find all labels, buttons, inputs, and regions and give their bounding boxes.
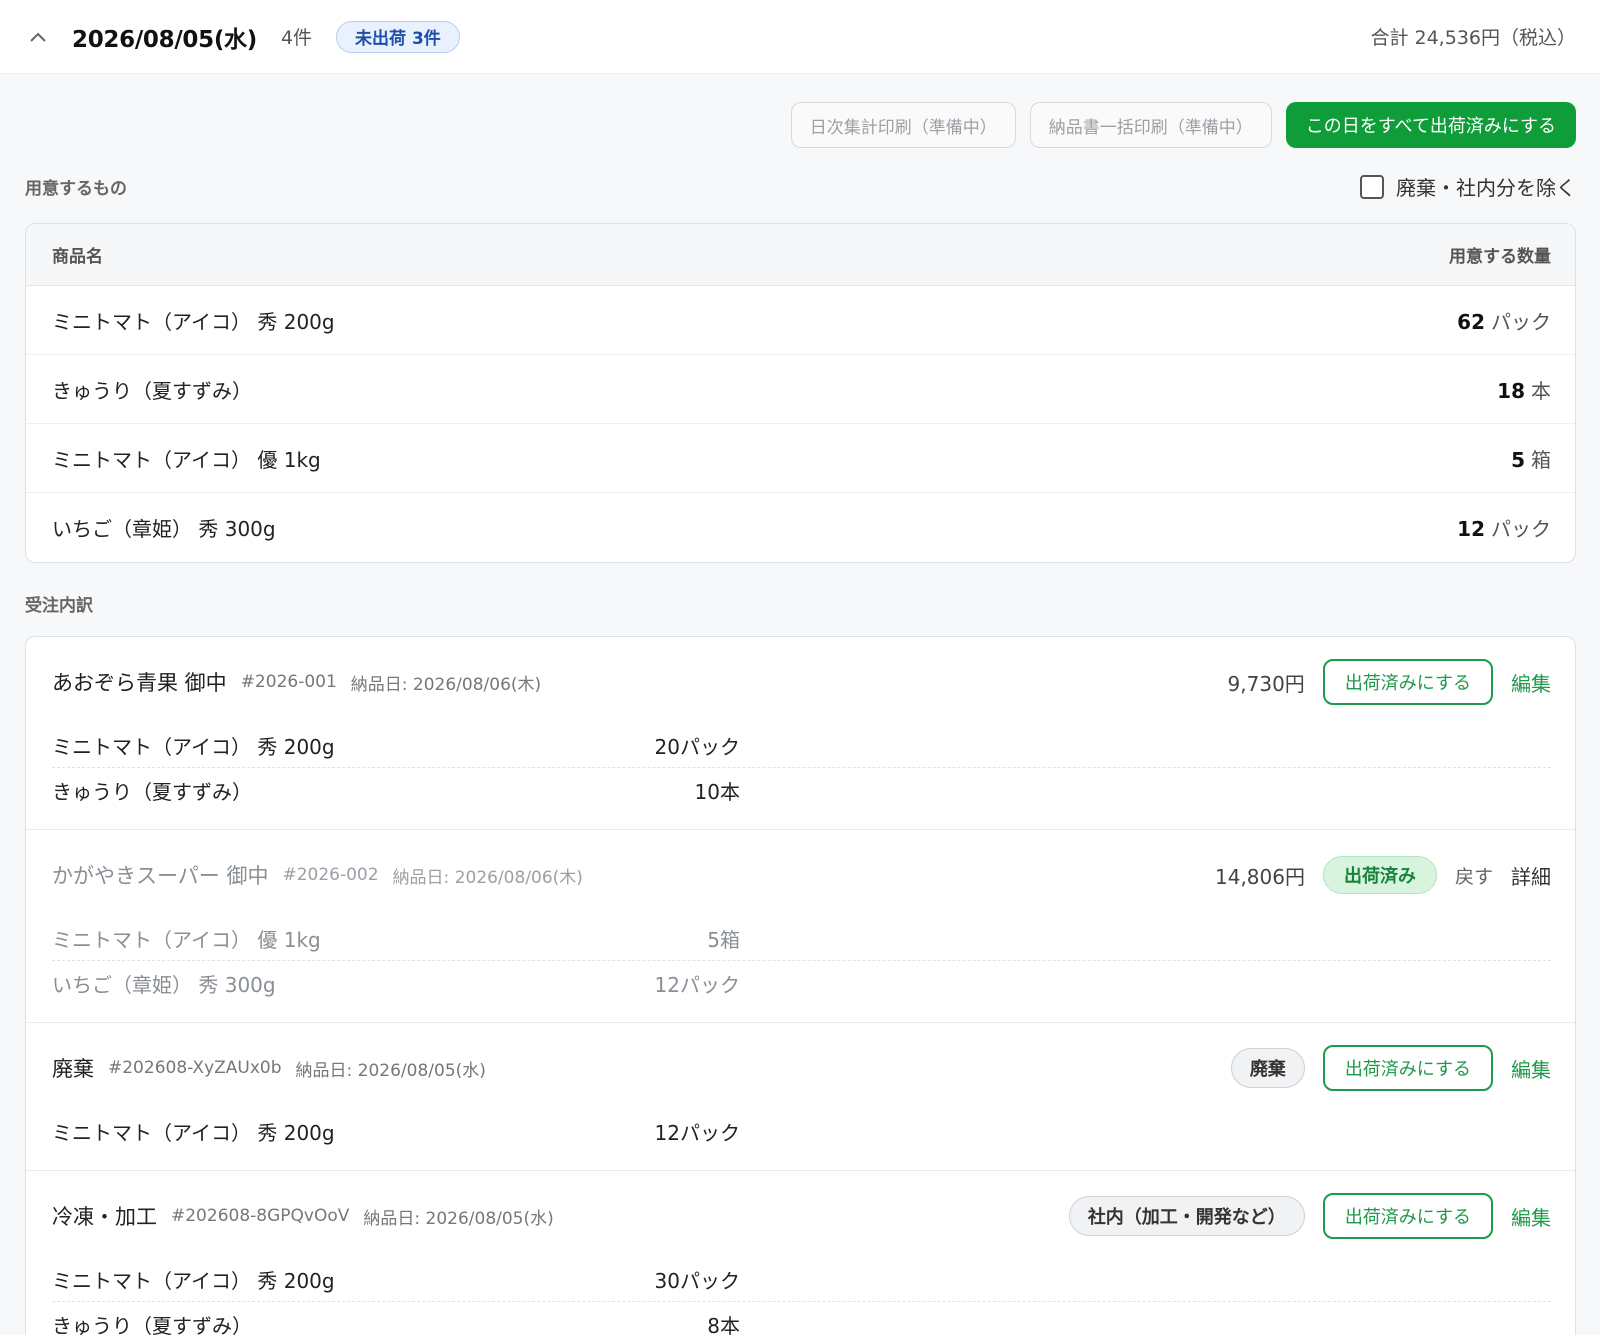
mark-shipped-button[interactable]: 出荷済みにする <box>1322 1193 1493 1239</box>
line-qty: 12パック <box>654 1121 740 1145</box>
order-lines: ミニトマト（アイコ） 優 1kg 5箱 いちご（章姫） 秀 300g 12パック <box>52 916 1551 1022</box>
prep-unit: パック <box>1491 517 1551 541</box>
order-id: #2026-002 <box>282 865 379 885</box>
list-item: ミニトマト（アイコ） 優 1kg 5箱 <box>52 916 1551 961</box>
ship-all-button[interactable]: この日をすべて出荷済みにする <box>1285 102 1576 148</box>
chevron-up-icon[interactable] <box>26 25 50 49</box>
product-name: ミニトマト（アイコ） 優 1kg <box>52 447 321 472</box>
order-item: かがやきスーパー 御中 #2026-002 納品日: 2026/08/06(木)… <box>26 830 1575 1023</box>
prep-qty: 12 <box>1457 517 1485 541</box>
prep-unit: 箱 <box>1531 447 1551 472</box>
day-total: 合計 24,536円（税込） <box>1370 27 1576 49</box>
order-header: かがやきスーパー 御中 #2026-002 納品日: 2026/08/06(木)… <box>52 830 1551 916</box>
prep-title: 用意するもの <box>25 179 127 199</box>
customer-name: かがやきスーパー 御中 <box>52 864 269 888</box>
prep-qty: 18 <box>1497 378 1525 403</box>
edit-link[interactable]: 編集 <box>1511 668 1551 697</box>
line-qty: 30パック <box>654 1268 740 1293</box>
line-qty: 12パック <box>654 973 740 997</box>
order-amount: 9,730円 <box>1227 671 1305 696</box>
order-header: 廃棄 #202608-XyZAUx0b 納品日: 2026/08/05(水) 廃… <box>52 1023 1551 1109</box>
list-item: ミニトマト（アイコ） 秀 200g 12パック <box>52 1109 1551 1154</box>
table-row: きゅうり（夏すずみ） 18 本 <box>26 355 1575 424</box>
table-row: ミニトマト（アイコ） 秀 200g 62 パック <box>26 286 1575 355</box>
orders-list: あおぞら青果 御中 #2026-001 納品日: 2026/08/06(木) 9… <box>25 636 1576 1335</box>
order-lines: ミニトマト（アイコ） 秀 200g 20パック きゅうり（夏すずみ） 10本 <box>52 723 1551 829</box>
disposal-tag: 廃棄 <box>1230 1048 1305 1088</box>
line-qty: 10本 <box>694 780 740 804</box>
exclude-toggle[interactable]: 廃棄・社内分を除く <box>1360 172 1576 201</box>
line-qty: 20パック <box>654 734 740 759</box>
order-item: 冷凍・加工 #202608-8GPQvOoV 納品日: 2026/08/05(水… <box>26 1171 1575 1335</box>
product-name: きゅうり（夏すずみ） <box>52 378 252 403</box>
edit-link[interactable]: 編集 <box>1511 1202 1551 1231</box>
detail-link[interactable]: 詳細 <box>1511 861 1551 890</box>
order-header: 冷凍・加工 #202608-8GPQvOoV 納品日: 2026/08/05(水… <box>52 1171 1551 1257</box>
orders-title: 受注内訳 <box>25 596 93 616</box>
order-header: あおぞら青果 御中 #2026-001 納品日: 2026/08/06(木) 9… <box>52 637 1551 723</box>
line-qty: 5箱 <box>707 927 740 952</box>
col-prep-qty: 用意する数量 <box>1449 247 1551 267</box>
order-lines: ミニトマト（アイコ） 秀 200g 12パック <box>52 1109 1551 1170</box>
order-amount: 14,806円 <box>1215 864 1305 889</box>
pending-badge: 未出荷 3件 <box>336 20 460 53</box>
list-item: きゅうり（夏すずみ） 10本 <box>52 768 1551 813</box>
daily-print-button[interactable]: 日次集計印刷（準備中） <box>790 102 1016 148</box>
delivery-date: 納品日: 2026/08/05(水) <box>295 1060 486 1081</box>
order-count: 4件 <box>280 27 313 49</box>
mark-shipped-button[interactable]: 出荷済みにする <box>1322 659 1493 705</box>
list-item: ミニトマト（アイコ） 秀 200g 20パック <box>52 723 1551 768</box>
customer-name: あおぞら青果 御中 <box>52 671 227 695</box>
exclude-checkbox[interactable] <box>1360 174 1384 199</box>
table-row: ミニトマト（アイコ） 優 1kg 5箱 <box>26 424 1575 493</box>
delivery-date: 納品日: 2026/08/05(水) <box>363 1208 554 1229</box>
undo-link[interactable]: 戻す <box>1455 862 1493 889</box>
line-product: きゅうり（夏すずみ） <box>52 1314 252 1335</box>
exclude-label: 廃棄・社内分を除く <box>1396 176 1576 200</box>
col-product-name: 商品名 <box>52 247 103 267</box>
day-header: 2026/08/05(水) 4件 未出荷 3件 合計 24,536円（税込） <box>0 0 1600 74</box>
line-product: きゅうり（夏すずみ） <box>52 780 252 804</box>
line-product: いちご（章姫） 秀 300g <box>52 973 276 997</box>
mark-shipped-button[interactable]: 出荷済みにする <box>1322 1045 1493 1091</box>
order-id: #202608-XyZAUx0b <box>108 1058 282 1078</box>
prep-table-header: 商品名 用意する数量 <box>26 224 1575 286</box>
product-name: いちご（章姫） 秀 300g <box>52 517 276 541</box>
order-id: #2026-001 <box>240 672 337 692</box>
prep-unit: 本 <box>1531 378 1551 403</box>
line-product: ミニトマト（アイコ） 秀 200g <box>52 1268 335 1293</box>
edit-link[interactable]: 編集 <box>1511 1054 1551 1083</box>
delivery-date: 納品日: 2026/08/06(木) <box>350 674 542 695</box>
day-date: 2026/08/05(水) <box>72 26 257 53</box>
line-product: ミニトマト（アイコ） 秀 200g <box>52 734 335 759</box>
day-toolbar: 日次集計印刷（準備中） 納品書一括印刷（準備中） この日をすべて出荷済みにする <box>0 74 1600 148</box>
delivery-date: 納品日: 2026/08/06(木) <box>392 867 583 888</box>
order-id: #202608-8GPQvOoV <box>171 1206 350 1226</box>
prep-qty: 5 <box>1511 447 1525 472</box>
list-item: きゅうり（夏すずみ） 8本 <box>52 1302 1551 1335</box>
line-qty: 8本 <box>707 1314 740 1335</box>
order-item: あおぞら青果 御中 #2026-001 納品日: 2026/08/06(木) 9… <box>26 637 1575 830</box>
table-row: いちご（章姫） 秀 300g 12 パック <box>26 493 1575 562</box>
order-lines: ミニトマト（アイコ） 秀 200g 30パック きゅうり（夏すずみ） 8本 <box>52 1257 1551 1335</box>
customer-name: 冷凍・加工 <box>52 1205 157 1229</box>
prep-qty: 62 <box>1457 309 1485 334</box>
invoice-print-button[interactable]: 納品書一括印刷（準備中） <box>1029 102 1272 148</box>
line-product: ミニトマト（アイコ） 秀 200g <box>52 1121 335 1145</box>
list-item: ミニトマト（アイコ） 秀 200g 30パック <box>52 1257 1551 1302</box>
list-item: いちご（章姫） 秀 300g 12パック <box>52 961 1551 1006</box>
prep-unit: パック <box>1491 309 1551 334</box>
prep-section-header: 用意するもの 廃棄・社内分を除く <box>0 172 1600 201</box>
order-item: 廃棄 #202608-XyZAUx0b 納品日: 2026/08/05(水) 廃… <box>26 1023 1575 1171</box>
prep-table: 商品名 用意する数量 ミニトマト（アイコ） 秀 200g 62 パック きゅうり（… <box>25 223 1576 563</box>
line-product: ミニトマト（アイコ） 優 1kg <box>52 927 321 952</box>
internal-tag: 社内（加工・開発など） <box>1068 1196 1305 1236</box>
product-name: ミニトマト（アイコ） 秀 200g <box>52 309 335 334</box>
shipped-badge: 出荷済み <box>1322 856 1437 894</box>
customer-name: 廃棄 <box>52 1057 94 1081</box>
